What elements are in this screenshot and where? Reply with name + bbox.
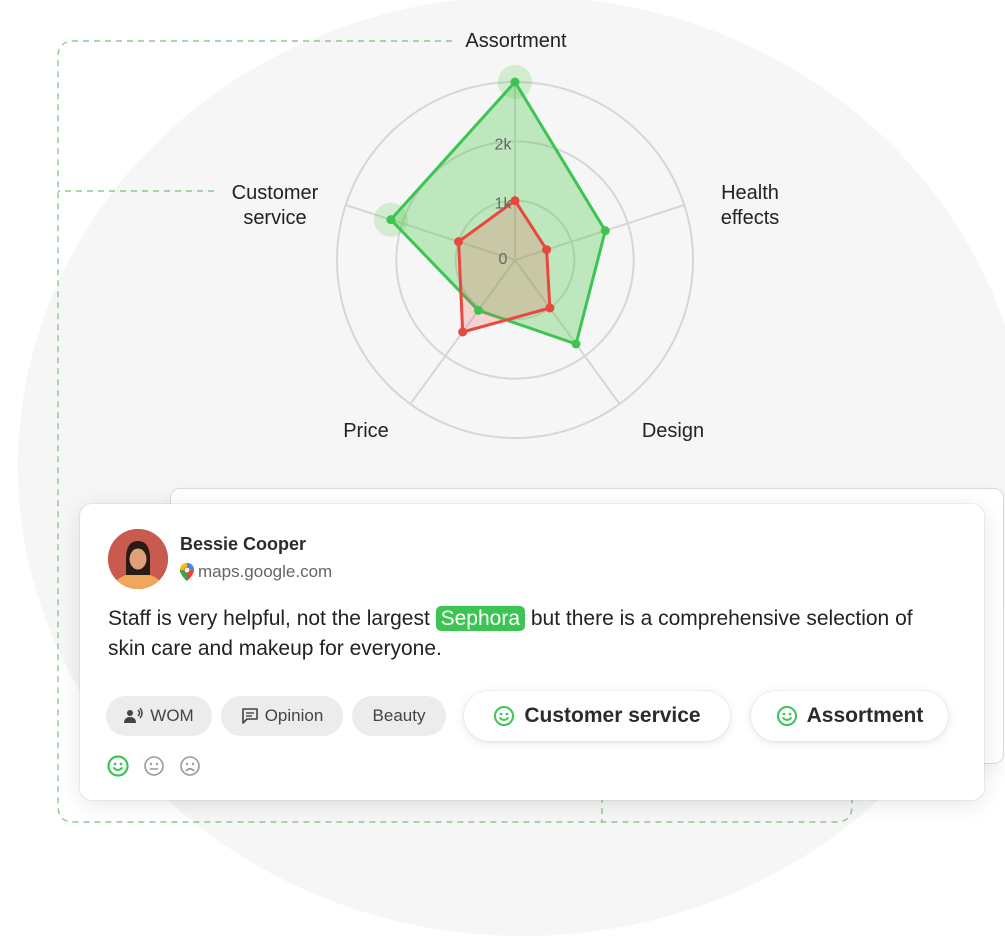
topic-label: Assortment xyxy=(806,704,924,727)
review-source[interactable]: maps.google.com xyxy=(180,562,332,582)
tick-label: 2k xyxy=(495,136,513,153)
data-point xyxy=(510,196,520,206)
axis-label-price: Price xyxy=(343,420,389,442)
data-point xyxy=(473,305,483,315)
topic-assortment[interactable]: Assortment xyxy=(751,691,948,741)
data-point xyxy=(386,215,396,225)
data-point xyxy=(454,237,464,247)
map-pin-icon xyxy=(180,563,194,581)
axis-label-design: Design xyxy=(641,420,705,442)
chip-label: Opinion xyxy=(264,706,324,725)
comment-icon xyxy=(241,708,258,724)
axis-label-health-effects: Health effects xyxy=(720,182,780,229)
speaker-icon xyxy=(124,708,144,723)
positive-sentiment-icon[interactable] xyxy=(106,754,130,778)
radar-series xyxy=(373,65,610,349)
data-point xyxy=(571,339,581,349)
source-domain[interactable]: maps.google.com xyxy=(198,562,332,582)
data-point xyxy=(542,245,552,255)
avatar[interactable] xyxy=(108,529,168,589)
axis-label-assortment: Assortment xyxy=(465,30,567,52)
chip-opinion[interactable]: Opinion xyxy=(221,696,343,736)
chip-label: WOM xyxy=(150,706,194,725)
chip-wom[interactable]: WOM xyxy=(106,696,212,736)
axis-label-customer-service: Customer service xyxy=(231,182,319,229)
negative-sentiment-icon[interactable] xyxy=(178,754,202,778)
data-point xyxy=(510,77,520,87)
data-point xyxy=(545,303,555,313)
topic-label: Customer service xyxy=(524,704,701,727)
brand-highlight[interactable]: Sephora xyxy=(435,606,526,631)
review-card[interactable]: Bessie Cooper maps.google.com Staff is v… xyxy=(80,504,984,800)
chip-beauty[interactable]: Beauty xyxy=(352,696,446,736)
data-point xyxy=(600,226,610,236)
topic-customer-service[interactable]: Customer service xyxy=(464,691,730,741)
review-text-before: Staff is very helpful, not the largest xyxy=(108,607,436,630)
smile-icon xyxy=(494,706,515,726)
sentiment-selector xyxy=(106,754,202,778)
smile-icon xyxy=(776,706,797,726)
review-text: Staff is very helpful, not the largest S… xyxy=(108,604,938,664)
neutral-sentiment-icon[interactable] xyxy=(142,754,166,778)
chip-label: Beauty xyxy=(372,706,426,725)
tick-label: 0 xyxy=(499,251,508,268)
tick-label: 1k xyxy=(495,196,513,213)
data-point xyxy=(458,327,468,337)
author-name: Bessie Cooper xyxy=(180,534,307,554)
